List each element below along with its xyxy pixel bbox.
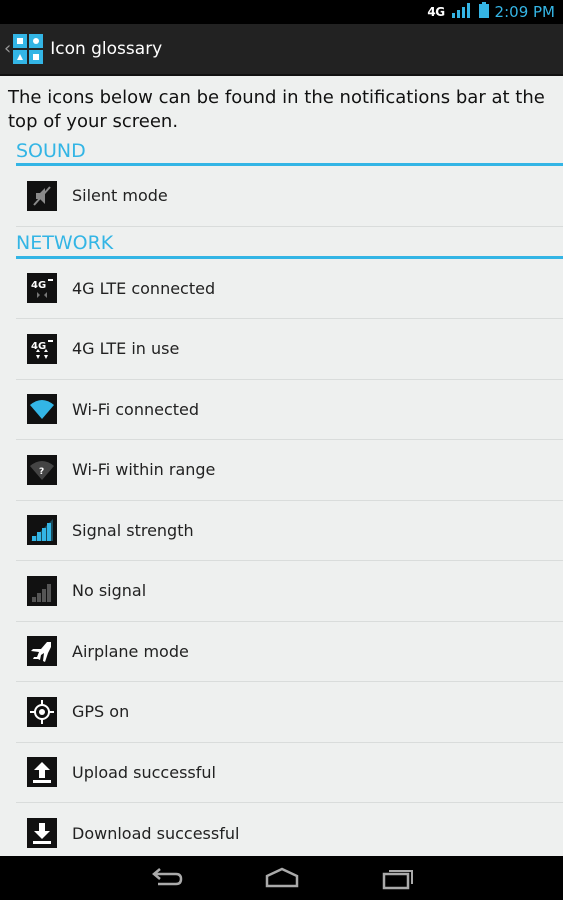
list-item-label: GPS on — [72, 702, 130, 722]
recent-apps-icon — [382, 870, 413, 890]
list-item: 4G 4G LTE in use — [16, 319, 563, 380]
list-item: ? Wi-Fi within range — [16, 440, 563, 501]
download-icon — [27, 818, 57, 849]
page-title: Icon glossary — [50, 39, 163, 59]
4g-lte-connected-icon: 4G — [27, 273, 57, 304]
svg-text:4G: 4G — [31, 280, 46, 291]
home-button[interactable] — [264, 866, 300, 890]
no-signal-icon — [27, 575, 57, 606]
gps-icon — [27, 696, 57, 727]
list-item: Wi-Fi connected — [16, 380, 563, 440]
list-item: Upload successful — [16, 743, 563, 803]
back-caret-icon: ‹ — [4, 38, 12, 59]
list-item-label: 4G LTE in use — [72, 339, 180, 359]
list-item-label: Silent mode — [72, 186, 168, 206]
back-arrow-icon — [151, 868, 182, 886]
status-bar: 4G 2:09 PM — [0, 0, 563, 24]
glossary-content[interactable]: The icons below can be found in the noti… — [0, 78, 563, 856]
airplane-icon — [27, 636, 57, 667]
list-item: Silent mode — [16, 166, 563, 227]
4g-lte-in-use-icon: 4G — [27, 333, 57, 364]
section-header-network: NETWORK — [16, 227, 563, 259]
up-navigation-button[interactable]: ‹ — [4, 33, 50, 65]
list-item: No signal — [16, 561, 563, 622]
wifi-within-range-icon: ? — [27, 454, 57, 485]
signal-strength-icon — [451, 2, 473, 22]
home-icon — [265, 867, 298, 888]
clock: 2:09 PM — [494, 3, 555, 21]
recent-apps-button[interactable] — [380, 866, 416, 890]
list-item: Signal strength — [16, 501, 563, 561]
list-item-label: Wi-Fi within range — [72, 460, 216, 480]
list-item-label: 4G LTE connected — [72, 278, 216, 298]
navigation-bar — [0, 856, 563, 900]
back-button[interactable] — [148, 866, 184, 890]
list-item: Airplane mode — [16, 622, 563, 682]
list-item: Download successful — [16, 803, 563, 856]
list-item: GPS on — [16, 682, 563, 743]
wifi-connected-icon — [27, 394, 57, 425]
signal-strength-icon — [27, 515, 57, 546]
list-item: 4G 4G LTE connected — [16, 259, 563, 319]
svg-text:?: ? — [39, 467, 44, 477]
list-item-label: Upload successful — [72, 762, 216, 782]
action-bar: ‹ Icon glossary — [0, 24, 563, 76]
silent-mode-icon — [27, 180, 57, 211]
network-type-indicator: 4G — [427, 5, 445, 19]
list-item-label: Download successful — [72, 823, 240, 843]
upload-icon — [27, 757, 57, 788]
list-item-label: Signal strength — [72, 520, 194, 540]
section-header-sound: SOUND — [16, 134, 563, 166]
intro-text: The icons below can be found in the noti… — [8, 87, 545, 132]
list-item-label: Wi-Fi connected — [72, 399, 200, 419]
app-icon — [12, 33, 44, 65]
list-item-label: Airplane mode — [72, 641, 189, 661]
battery-icon — [478, 2, 489, 22]
list-item-label: No signal — [72, 581, 147, 601]
